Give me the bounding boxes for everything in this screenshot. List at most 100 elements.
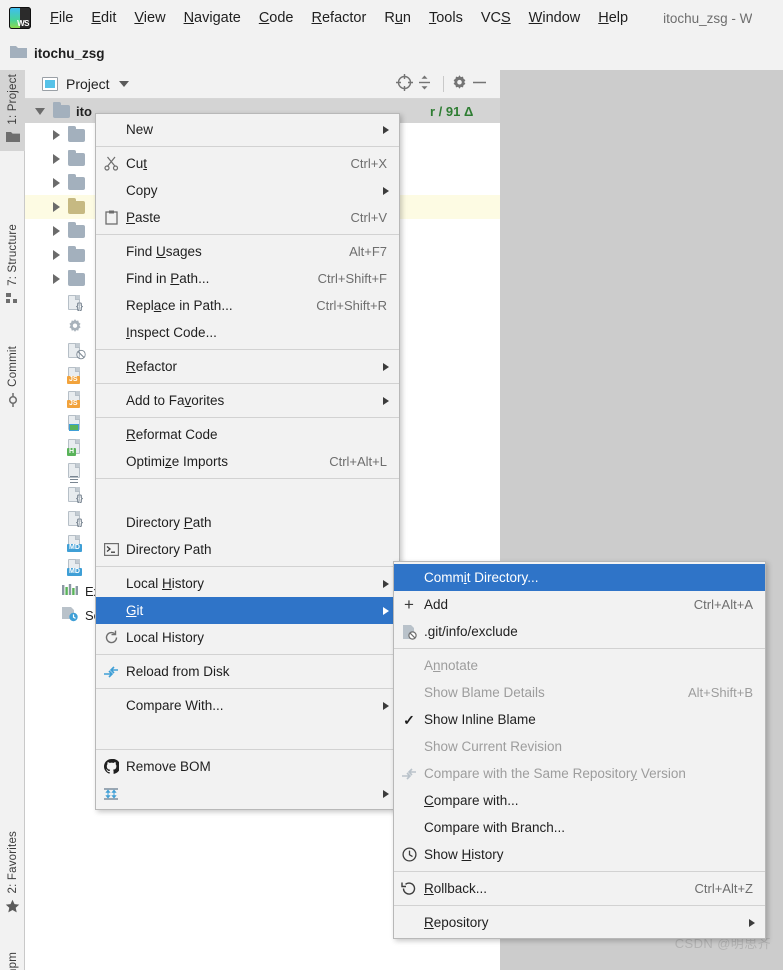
menu-item-show-in-explorer[interactable] — [96, 482, 399, 509]
sidebar-item-npm[interactable]: npm — [0, 948, 25, 970]
menu-item-diagrams[interactable] — [96, 780, 399, 807]
compare-icon — [96, 665, 126, 679]
menu-item-annotate-label: Annotate — [424, 658, 479, 673]
menu-item-directory-path[interactable]: Directory Path — [96, 509, 399, 536]
markdown-file-icon: MD — [67, 534, 83, 552]
menu-item-mark-directory-as[interactable]: Compare With... — [96, 692, 399, 719]
menubar-item-navigate[interactable]: Navigate — [175, 8, 250, 28]
menu-item-new[interactable]: New — [96, 116, 399, 143]
scissors-icon — [96, 156, 126, 171]
sidebar-item-favorites[interactable]: 2: Favorites — [0, 827, 25, 922]
menubar-item-help[interactable]: Help — [589, 8, 637, 28]
context-menu[interactable]: New Cut Ctrl+X Copy Paste Ctrl+V Find Us… — [95, 113, 400, 810]
menu-separator — [394, 871, 765, 872]
sidebar-item-commit[interactable]: Commit — [0, 342, 25, 415]
chevron-down-icon[interactable] — [118, 81, 129, 87]
menu-item-local-history[interactable]: Local History — [96, 570, 399, 597]
menu-item-repository[interactable]: Repository — [394, 909, 765, 936]
menu-item-create-gist[interactable]: Remove BOM — [96, 753, 399, 780]
sidebar-item-commit-label: Commit — [6, 346, 19, 387]
menu-item-find-usages-label: Find Usages — [126, 244, 202, 259]
git-submenu[interactable]: Commit Directory... + Add Ctrl+Alt+A .gi… — [393, 561, 766, 939]
menu-item-find-usages-accel: Alt+F7 — [349, 244, 387, 259]
sidebar-item-project[interactable]: 1: Project — [0, 70, 25, 151]
menu-item-compare-with[interactable]: Compare with... — [394, 787, 765, 814]
menu-separator — [96, 566, 399, 567]
menubar-item-refactor[interactable]: Refactor — [303, 8, 376, 28]
menubar-item-tools[interactable]: Tools — [420, 8, 472, 28]
menubar-item-window[interactable]: Window — [520, 8, 590, 28]
menubar-item-view[interactable]: View — [125, 8, 174, 28]
menu-item-compare-with-branch-label: Compare with Branch... — [424, 820, 566, 835]
ignore-file-icon — [394, 624, 424, 640]
menu-item-paste[interactable]: Paste Ctrl+V — [96, 204, 399, 231]
menu-item-paste-label: Paste — [126, 210, 161, 225]
project-window-icon — [42, 77, 58, 91]
submenu-arrow-icon — [383, 606, 389, 615]
image-thumb — [69, 424, 79, 431]
menubar-item-run[interactable]: Run — [375, 8, 420, 28]
expand-arrow-icon[interactable] — [53, 154, 60, 164]
js-badge: JS — [67, 400, 80, 408]
menu-item-add[interactable]: + Add Ctrl+Alt+A — [394, 591, 765, 618]
menu-item-git[interactable]: Git — [96, 597, 399, 624]
menu-item-compare-with[interactable]: Reload from Disk — [96, 658, 399, 685]
settings-gear-icon[interactable] — [451, 74, 468, 94]
menu-item-rollback[interactable]: Rollback... Ctrl+Alt+Z — [394, 875, 765, 902]
menu-item-optimize-imports[interactable]: Optimize Imports Ctrl+Alt+L — [96, 448, 399, 475]
expand-arrow-icon[interactable] — [53, 274, 60, 284]
menu-item-refactor[interactable]: Refactor — [96, 353, 399, 380]
menu-item-compare-with-branch[interactable]: Compare with Branch... — [394, 814, 765, 841]
sidebar-item-npm-label: npm — [6, 952, 19, 970]
hide-icon[interactable] — [471, 74, 488, 94]
menu-item-show-inline-blame[interactable]: ✓ Show Inline Blame — [394, 706, 765, 733]
submenu-arrow-icon — [383, 396, 389, 405]
menubar-item-code[interactable]: Code — [250, 8, 303, 28]
menubar-item-edit[interactable]: Edit — [82, 8, 125, 28]
menu-item-replace-in-path-label: Replace in Path... — [126, 298, 233, 313]
json-file-icon: {} — [67, 294, 83, 312]
sidebar-item-structure[interactable]: 7: Structure — [0, 220, 25, 312]
menu-item-mark-directory-as-label: Compare With... — [126, 698, 224, 713]
menu-item-reload-from-disk[interactable]: Local History — [96, 624, 399, 651]
collapse-all-icon[interactable] — [416, 74, 433, 94]
menu-item-replace-in-path[interactable]: Replace in Path... Ctrl+Shift+R — [96, 292, 399, 319]
menu-item-copy[interactable]: Copy — [96, 177, 399, 204]
menu-item-cut[interactable]: Cut Ctrl+X — [96, 150, 399, 177]
folder-icon — [68, 221, 85, 238]
image-file-icon — [67, 414, 83, 432]
menu-item-inspect-code[interactable]: Inspect Code... — [96, 319, 399, 346]
html-file-icon: H — [67, 438, 83, 456]
expand-arrow-icon[interactable] — [53, 250, 60, 260]
locate-icon[interactable] — [396, 74, 413, 94]
menu-item-cut-label: Cut — [126, 156, 148, 171]
js-badge: JS — [67, 376, 80, 384]
menu-item-show-history[interactable]: Show History — [394, 841, 765, 868]
menu-item-reformat-code[interactable]: Reformat Code — [96, 421, 399, 448]
refresh-icon — [96, 630, 126, 645]
menu-item-compare-same-repository-version: Compare with the Same Repository Version — [394, 760, 765, 787]
expand-arrow-icon[interactable] — [35, 107, 45, 115]
config-gear-icon — [67, 318, 83, 337]
menu-item-commit-directory[interactable]: Commit Directory... — [394, 564, 765, 591]
menubar-item-vcs[interactable]: VCS — [472, 8, 520, 28]
menu-item-show-current-revision: Show Current Revision — [394, 733, 765, 760]
menu-item-copy-label: Copy — [126, 183, 158, 198]
menu-item-git-info-exclude[interactable]: .git/info/exclude — [394, 618, 765, 645]
menu-item-find-in-path[interactable]: Find in Path... Ctrl+Shift+F — [96, 265, 399, 292]
expand-arrow-icon[interactable] — [53, 226, 60, 236]
breadcrumb-project[interactable]: itochu_zsg — [34, 46, 105, 61]
menu-item-find-usages[interactable]: Find Usages Alt+F7 — [96, 238, 399, 265]
menubar-item-file[interactable]: File — [41, 8, 82, 28]
expand-arrow-icon[interactable] — [53, 130, 60, 140]
menu-item-annotate: Annotate — [394, 652, 765, 679]
folder-icon — [68, 197, 85, 214]
expand-arrow-icon[interactable] — [53, 178, 60, 188]
menu-item-open-in-terminal[interactable]: Directory Path — [96, 536, 399, 563]
commit-icon — [6, 392, 20, 410]
diagram-icon — [96, 787, 126, 801]
expand-arrow-icon[interactable] — [53, 202, 60, 212]
menu-item-add-to-favorites[interactable]: Add to Favorites — [96, 387, 399, 414]
folder-icon — [68, 173, 85, 190]
menu-item-remove-bom[interactable] — [96, 719, 399, 746]
